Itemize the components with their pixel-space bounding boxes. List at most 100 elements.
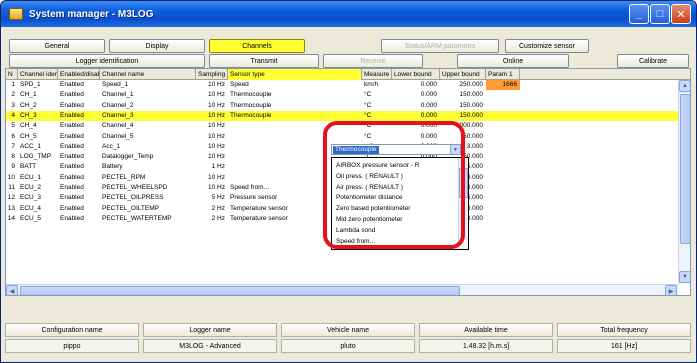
cell-sampling[interactable]: 10 Hz [196, 121, 228, 131]
dropdown-item[interactable]: Air press. ( RENAULT ) [336, 183, 456, 193]
cell-ident[interactable]: ECU_3 [18, 193, 58, 203]
cell-n[interactable]: 6 [6, 132, 18, 142]
cell-name[interactable]: PECTEL_RPM [100, 173, 196, 183]
cell-n[interactable]: 3 [6, 101, 18, 111]
cell-enabled[interactable]: Enabled [58, 90, 100, 100]
cell-lower[interactable]: 0.000 [392, 80, 440, 90]
cell-upper[interactable]: 50.000 [440, 132, 486, 142]
cell-name[interactable]: PECTEL_OILPRESS [100, 193, 196, 203]
cell-sampling[interactable]: 5 Hz [196, 193, 228, 203]
cell-name[interactable]: Datalogger_Temp [100, 152, 196, 162]
table-row[interactable]: 6 CH_5 Enabled Channel_5 10 Hz °C 0.000 50.000 [6, 132, 678, 142]
cell-ident[interactable]: ECU_5 [18, 214, 58, 224]
cell-measure[interactable]: °C [362, 101, 392, 111]
cell-enabled[interactable]: Enabled [58, 111, 100, 121]
dropdown-item[interactable]: Mid zero potentiometer [336, 215, 456, 225]
column-header-enabled[interactable]: Enabled/disab [58, 69, 100, 80]
cell-lower[interactable]: 0.000 [392, 111, 440, 121]
dropdown-scrollbar[interactable] [458, 158, 468, 249]
cell-n[interactable]: 4 [6, 111, 18, 121]
cell-ident[interactable]: ECU_1 [18, 173, 58, 183]
cell-param[interactable] [486, 90, 520, 100]
cell-param[interactable]: 1666 [486, 80, 520, 91]
cell-enabled[interactable]: Enabled [58, 152, 100, 162]
cell-sensor[interactable]: Thermocouple [228, 90, 362, 100]
cell-n[interactable]: 10 [6, 173, 18, 183]
cell-lower[interactable]: 0.000 [392, 90, 440, 100]
cell-enabled[interactable]: Enabled [58, 183, 100, 193]
cell-enabled[interactable]: Enabled [58, 214, 100, 224]
column-header-upper-bound[interactable]: Upper bound [440, 69, 486, 80]
cell-n[interactable]: 2 [6, 90, 18, 100]
column-header-n[interactable]: N [6, 69, 18, 80]
cell-param[interactable] [486, 193, 520, 203]
sensor-type-dropdown-list[interactable]: AIRBOX pressure sensor - R Oil press. ( R… [331, 157, 469, 250]
maximize-icon[interactable]: □ [650, 4, 670, 24]
minimize-icon[interactable]: _ [629, 4, 649, 24]
cell-enabled[interactable]: Enabled [58, 80, 100, 90]
column-header-sensor-type[interactable]: Sensor type [228, 69, 362, 80]
logger-identification-button[interactable]: Logger identification [9, 54, 205, 68]
cell-sampling[interactable]: 10 Hz [196, 101, 228, 111]
column-header-channel-name[interactable]: Channel name [100, 69, 196, 80]
cell-upper[interactable]: 150.000 [440, 111, 486, 121]
cell-ident[interactable]: CH_4 [18, 121, 58, 131]
cell-lower[interactable]: 0.000 [392, 121, 440, 131]
cell-param[interactable] [486, 121, 520, 131]
cell-sensor[interactable] [228, 121, 362, 131]
cell-ident[interactable]: ACC_1 [18, 142, 58, 152]
cell-sampling[interactable]: 10 Hz [196, 80, 228, 90]
customize-sensor-button[interactable]: Customize sensor [505, 39, 589, 53]
cell-sampling[interactable]: 10 Hz [196, 111, 228, 121]
cell-n[interactable]: 9 [6, 162, 18, 172]
cell-name[interactable]: PECTEL_WHEELSPD [100, 183, 196, 193]
horizontal-scroll-thumb[interactable] [20, 286, 460, 295]
cell-upper[interactable]: 150.000 [440, 90, 486, 100]
cell-enabled[interactable]: Enabled [58, 142, 100, 152]
general-button[interactable]: General [9, 39, 105, 53]
cell-name[interactable]: Channel_5 [100, 132, 196, 142]
dropdown-scroll-thumb[interactable] [459, 168, 468, 198]
cell-enabled[interactable]: Enabled [58, 101, 100, 111]
cell-measure[interactable]: °C [362, 121, 392, 131]
cell-enabled[interactable]: Enabled [58, 193, 100, 203]
cell-ident[interactable]: CH_2 [18, 101, 58, 111]
dropdown-item[interactable]: Lambda sond [336, 226, 456, 236]
cell-ident[interactable]: CH_5 [18, 132, 58, 142]
cell-sensor[interactable]: Thermocouple [228, 101, 362, 111]
scroll-left-icon[interactable]: ◀ [6, 285, 18, 295]
cell-name[interactable]: Channel_3 [100, 111, 196, 121]
cell-lower[interactable]: 0.000 [392, 101, 440, 111]
cell-sampling[interactable]: 10 Hz [196, 132, 228, 142]
cell-lower[interactable]: 0.000 [392, 132, 440, 142]
cell-name[interactable]: Channel_4 [100, 121, 196, 131]
cell-n[interactable]: 5 [6, 121, 18, 131]
cell-upper[interactable]: 250.000 [440, 80, 486, 90]
chevron-down-icon[interactable]: ▼ [450, 145, 460, 154]
cell-sampling[interactable]: 1 Hz [196, 162, 228, 172]
cell-ident[interactable]: SPD_1 [18, 80, 58, 90]
cell-sampling[interactable]: 10 Hz [196, 173, 228, 183]
cell-ident[interactable]: ECU_2 [18, 183, 58, 193]
cell-param[interactable] [486, 142, 520, 152]
display-button[interactable]: Display [109, 39, 205, 53]
table-row[interactable]: 3 CH_2 Enabled Channel_2 10 Hz Thermocouple °C… [6, 101, 678, 111]
transmit-button[interactable]: Transmit [209, 54, 319, 68]
cell-param[interactable] [486, 162, 520, 172]
column-header-sampling[interactable]: Sampling [196, 69, 228, 80]
cell-n[interactable]: 7 [6, 142, 18, 152]
column-header-lower-bound[interactable]: Lower bound [392, 69, 440, 80]
cell-sensor[interactable] [228, 132, 362, 142]
table-row[interactable]: 2 CH_1 Enabled Channel_1 10 Hz Thermocouple °C… [6, 90, 678, 100]
cell-sampling[interactable]: 10 Hz [196, 152, 228, 162]
vertical-scrollbar[interactable]: ▲ ▼ [678, 80, 690, 284]
cell-enabled[interactable]: Enabled [58, 173, 100, 183]
cell-sensor[interactable]: Thermocouple [228, 111, 362, 121]
close-icon[interactable]: ✕ [671, 4, 691, 24]
receive-button[interactable]: Receive [323, 54, 423, 68]
cell-enabled[interactable]: Enabled [58, 121, 100, 131]
dropdown-item[interactable]: Zero based potentiometer [336, 204, 456, 214]
dropdown-item[interactable]: Speed from... [336, 237, 456, 247]
online-button[interactable]: Online [457, 54, 569, 68]
cell-n[interactable]: 1 [6, 80, 18, 90]
